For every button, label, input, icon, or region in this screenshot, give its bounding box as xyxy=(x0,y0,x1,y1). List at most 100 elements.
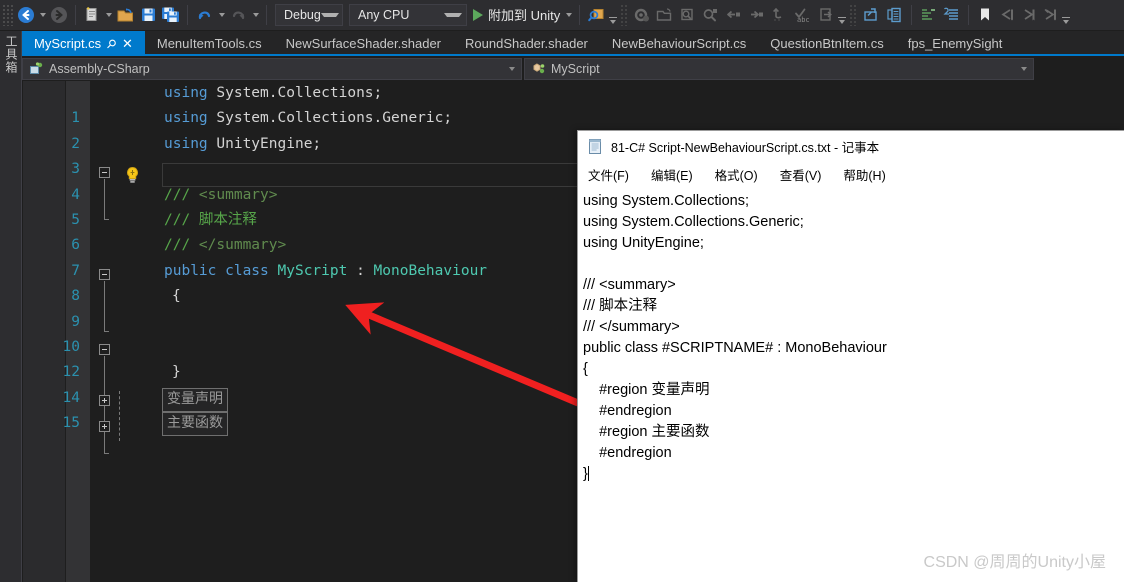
notepad-title-text: 81-C# Script-NewBehaviourScript.cs.txt -… xyxy=(611,137,879,156)
tab-label: NewSurfaceShader.shader xyxy=(286,36,441,51)
tab-label: MyScript.cs xyxy=(34,36,101,51)
toolbox-tab[interactable]: 工具箱 xyxy=(2,35,20,74)
code-line[interactable]: 2 using System.Collections.Generic; xyxy=(90,106,1124,131)
quick-find-button[interactable] xyxy=(585,3,609,27)
menu-file[interactable]: 文件(F) xyxy=(584,163,633,186)
solution-platform-value: Any CPU xyxy=(358,8,409,22)
previous-bookmark-button[interactable] xyxy=(996,3,1018,27)
navigation-overflow[interactable] xyxy=(838,3,847,27)
toolbar-grip-3[interactable] xyxy=(849,4,858,26)
notepad-menu-bar: 文件(F) 编辑(E) 格式(O) 查看(V) 帮助(H) xyxy=(578,161,1124,187)
navigation-bar: Assembly-CSharp MyScript xyxy=(22,58,1124,80)
quick-find-overflow[interactable] xyxy=(609,3,618,27)
open-file-button[interactable] xyxy=(114,3,137,27)
notepad-text-area[interactable]: using System.Collections; using System.C… xyxy=(579,188,1124,582)
svg-text:abc: abc xyxy=(797,16,810,24)
notepad-text-content: using System.Collections; using System.C… xyxy=(583,193,887,482)
open-folder-button[interactable] xyxy=(653,3,676,27)
tab-menuitemtools-cs[interactable]: MenuItemTools.cs xyxy=(145,31,274,56)
line-content: { xyxy=(172,284,181,309)
line-number: 12 xyxy=(46,360,80,385)
tab-newbehaviourscript-cs[interactable]: NewBehaviourScript.cs xyxy=(600,31,758,56)
tab-label: RoundShader.shader xyxy=(465,36,588,51)
line-number: 5 xyxy=(46,208,80,233)
redo-button[interactable] xyxy=(227,3,250,27)
notepad-window[interactable]: 81-C# Script-NewBehaviourScript.cs.txt -… xyxy=(577,130,1124,582)
project-scope-value: Assembly-CSharp xyxy=(49,62,150,76)
project-scope-combo[interactable]: Assembly-CSharp xyxy=(22,58,522,80)
menu-help[interactable]: 帮助(H) xyxy=(839,163,889,186)
redo-dropdown[interactable] xyxy=(250,3,261,27)
line-number: 8 xyxy=(46,284,80,309)
line-content: } xyxy=(172,360,181,385)
chevron-down-icon xyxy=(321,13,339,17)
tab-myscript-cs[interactable]: MyScript.cs ⚲ ✕ xyxy=(22,31,145,56)
menu-format[interactable]: 格式(O) xyxy=(711,163,762,186)
line-content: using UnityEngine; xyxy=(164,132,321,157)
class-icon xyxy=(531,62,546,76)
new-item-dropdown[interactable] xyxy=(103,3,114,27)
line-number: 1 xyxy=(46,106,80,131)
toolbar-grip[interactable] xyxy=(2,4,13,26)
step-forward-button[interactable] xyxy=(745,3,768,27)
undo-navigation-button[interactable] xyxy=(768,3,791,27)
tab-label: fps_EnemySight xyxy=(908,36,1003,51)
bookmark-overflow[interactable] xyxy=(1062,3,1071,27)
line-number: 6 xyxy=(46,233,80,258)
step-back-button[interactable] xyxy=(722,3,745,27)
chevron-down-icon xyxy=(509,67,515,71)
line-number: 10 xyxy=(46,335,80,360)
clear-bookmarks-button[interactable] xyxy=(1040,3,1062,27)
go-to-definition-button[interactable] xyxy=(815,3,838,27)
properties-window-button[interactable] xyxy=(883,3,906,27)
tab-roundshader-shader[interactable]: RoundShader.shader xyxy=(453,31,600,56)
undo-button[interactable] xyxy=(193,3,216,27)
project-icon xyxy=(29,62,44,76)
tab-questionbtnitem-cs[interactable]: QuestionBtnItem.cs xyxy=(758,31,895,56)
next-bookmark-button[interactable] xyxy=(1018,3,1040,27)
new-item-button[interactable] xyxy=(81,3,103,27)
pin-icon[interactable]: ⚲ xyxy=(104,36,119,51)
class-view-button[interactable] xyxy=(940,3,963,27)
tab-newsurfaceshader-shader[interactable]: NewSurfaceShader.shader xyxy=(274,31,453,56)
line-number: 9 xyxy=(46,310,80,335)
attach-dropdown[interactable] xyxy=(563,3,574,27)
attach-to-unity-button[interactable]: 附加到 Unity xyxy=(470,5,563,24)
solution-platform-combo[interactable]: Any CPU xyxy=(349,4,467,26)
type-scope-value: MyScript xyxy=(551,62,600,76)
navigate-back-dropdown[interactable] xyxy=(37,3,48,27)
chevron-down-icon xyxy=(444,13,462,17)
solution-explorer-button[interactable] xyxy=(860,3,883,27)
line-content: /// <summary> xyxy=(164,183,278,208)
type-scope-combo[interactable]: MyScript xyxy=(524,58,1034,80)
notepad-icon xyxy=(587,138,603,155)
notepad-title-bar[interactable]: 81-C# Script-NewBehaviourScript.cs.txt -… xyxy=(578,131,1124,161)
close-icon[interactable]: ✕ xyxy=(122,37,133,50)
find-in-files-button[interactable] xyxy=(676,3,699,27)
quick-search-button[interactable] xyxy=(699,3,722,27)
line-content: public class MyScript : MonoBehaviour xyxy=(164,259,487,284)
spell-check-button[interactable]: abc xyxy=(791,3,815,27)
navigate-back-button[interactable] xyxy=(15,3,37,27)
toolbar-separator-5 xyxy=(911,5,912,25)
save-button[interactable] xyxy=(137,3,159,27)
menu-edit[interactable]: 编辑(E) xyxy=(647,163,697,186)
line-content: using System.Collections.Generic; xyxy=(164,106,452,131)
left-dock-panel: 工具箱 xyxy=(0,31,22,582)
attach-to-unity-label: 附加到 Unity xyxy=(488,5,560,24)
settings-button[interactable] xyxy=(631,3,653,27)
code-line[interactable]: 1 using System.Collections; xyxy=(90,81,1124,106)
solution-configuration-combo[interactable]: Debug xyxy=(275,4,343,26)
line-number: 2 xyxy=(46,132,80,157)
navigate-forward-button[interactable] xyxy=(48,3,70,27)
tab-label: QuestionBtnItem.cs xyxy=(770,36,883,51)
tab-fps-enemysight[interactable]: fps_EnemySight xyxy=(896,31,1015,56)
toggle-bookmark-button[interactable] xyxy=(974,3,996,27)
tab-label: NewBehaviourScript.cs xyxy=(612,36,746,51)
object-browser-button[interactable] xyxy=(917,3,940,27)
save-all-button[interactable] xyxy=(159,3,182,27)
menu-view[interactable]: 查看(V) xyxy=(776,163,826,186)
undo-dropdown[interactable] xyxy=(216,3,227,27)
toolbar-separator-4 xyxy=(579,5,580,25)
toolbar-grip-2[interactable] xyxy=(620,4,629,26)
